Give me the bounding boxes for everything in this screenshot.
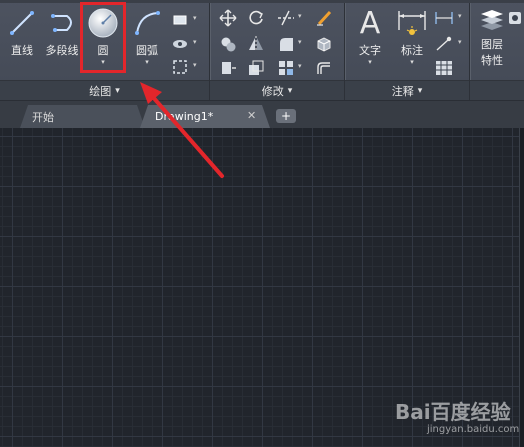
- layers-panel-title[interactable]: [470, 80, 524, 100]
- annotation-panel-title-text: 注释: [391, 84, 414, 98]
- line-icon: [5, 6, 39, 40]
- polyline-icon: [45, 6, 79, 40]
- file-tab-strip: 开始 Drawing1*: [0, 101, 524, 128]
- linear-dim-icon[interactable]: [434, 8, 454, 28]
- dimension-button[interactable]: 标注 ▾: [392, 6, 432, 66]
- annotation-panel-title[interactable]: 注释 ▾: [345, 80, 469, 100]
- text-button-label: 文字: [359, 44, 381, 57]
- draw-panel-title[interactable]: 绘图 ▾: [0, 80, 209, 100]
- hatch-icon[interactable]: [170, 34, 190, 54]
- circle-highlight-box: [80, 2, 126, 73]
- layer-state-icon[interactable]: [505, 8, 524, 28]
- rectangle-icon[interactable]: [170, 10, 190, 30]
- draw-panel-expand-icon: ▾: [115, 85, 120, 96]
- dimension-dropdown-icon[interactable]: ▾: [410, 58, 414, 66]
- array-icon[interactable]: [276, 58, 296, 78]
- modify-panel-expand-icon: ▾: [287, 85, 293, 96]
- modify-panel-title-text: 修改: [261, 84, 284, 98]
- copy-icon[interactable]: [218, 34, 238, 54]
- text-icon-glyph: A: [359, 5, 381, 41]
- fillet-dropdown-icon[interactable]: ▾: [298, 38, 302, 46]
- arc-dropdown-icon[interactable]: ▾: [145, 58, 149, 66]
- mirror-icon[interactable]: [246, 34, 266, 54]
- arc-button-label: 圆弧: [136, 44, 158, 57]
- modify-panel-title[interactable]: 修改 ▾: [210, 80, 344, 100]
- move-icon[interactable]: [218, 8, 238, 28]
- polyline-button[interactable]: 多段线: [42, 6, 82, 66]
- explode-icon[interactable]: [314, 34, 334, 54]
- watermark-url: jingyan.baidu.com: [427, 424, 520, 435]
- fillet-icon[interactable]: [276, 34, 296, 54]
- text-dropdown-icon[interactable]: ▾: [368, 58, 372, 66]
- array-dropdown-icon[interactable]: ▾: [298, 62, 302, 70]
- ribbon-top-edge: [0, 0, 524, 3]
- trim-icon[interactable]: [276, 8, 296, 28]
- leader-icon[interactable]: [434, 34, 454, 54]
- scale-icon[interactable]: [246, 58, 266, 78]
- rotate-icon[interactable]: [246, 8, 266, 28]
- region-icon[interactable]: [170, 57, 190, 77]
- arc-button[interactable]: 圆弧 ▾: [127, 6, 167, 66]
- dimension-button-label: 标注: [401, 44, 423, 57]
- offset-icon[interactable]: [314, 58, 334, 78]
- tab-start[interactable]: 开始: [20, 105, 145, 128]
- watermark-brand: Bai百度经验: [395, 400, 511, 424]
- region-dropdown-icon[interactable]: ▾: [193, 61, 197, 69]
- layer-properties-label-1: 图层: [481, 38, 503, 51]
- ribbon: 直线 多段线 圆 ▾ 圆弧 ▾ ▾ ▾ ▾ ▾ ▾ ▾ A 文字 ▾ 标注 ▾ …: [0, 0, 524, 101]
- baidu-watermark: Bai百度经验 jingyan.baidu.com: [395, 396, 520, 444]
- arc-icon: [130, 6, 164, 40]
- close-tab-icon[interactable]: ✕: [247, 109, 256, 122]
- new-tab-button[interactable]: +: [276, 109, 296, 123]
- leader-dropdown-icon[interactable]: ▾: [458, 38, 462, 46]
- hatch-dropdown-icon[interactable]: ▾: [193, 38, 197, 46]
- stretch-icon[interactable]: [218, 58, 238, 78]
- line-button-label: 直线: [11, 44, 33, 57]
- text-icon: A: [353, 5, 387, 41]
- tab-drawing1-label: Drawing1*: [155, 110, 214, 123]
- erase-icon[interactable]: [314, 8, 334, 28]
- plus-icon: +: [280, 109, 292, 123]
- annotation-panel-expand-icon: ▾: [417, 85, 423, 96]
- text-button[interactable]: A 文字 ▾: [350, 5, 390, 67]
- dimension-icon: [395, 6, 429, 40]
- layer-properties-label-2: 特性: [481, 54, 503, 67]
- draw-panel-title-text: 绘图: [89, 84, 112, 98]
- trim-dropdown-icon[interactable]: ▾: [298, 12, 302, 20]
- polyline-button-label: 多段线: [45, 44, 79, 57]
- line-button[interactable]: 直线: [2, 6, 42, 66]
- rectangle-dropdown-icon[interactable]: ▾: [193, 14, 197, 22]
- linear-dim-dropdown-icon[interactable]: ▾: [458, 12, 462, 20]
- table-icon[interactable]: [434, 58, 454, 78]
- layers-icon: [475, 6, 509, 34]
- tab-start-label: 开始: [32, 110, 54, 124]
